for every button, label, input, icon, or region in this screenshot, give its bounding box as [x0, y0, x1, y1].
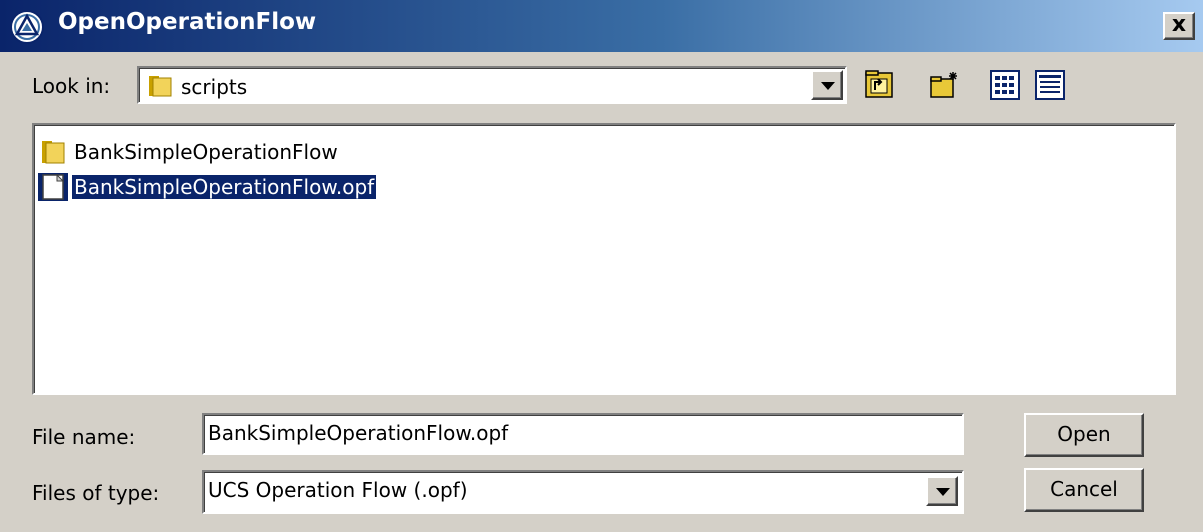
file-name-input[interactable]: BankSimpleOperationFlow.opf — [202, 413, 964, 455]
chevron-down-icon — [936, 488, 950, 496]
look-in-combobox[interactable]: scripts — [137, 66, 847, 104]
list-view-icon[interactable] — [990, 70, 1020, 100]
window-title: OpenOperationFlow — [58, 9, 317, 35]
list-item-file[interactable]: BankSimpleOperationFlow.opf — [38, 172, 378, 202]
folder-icon — [149, 76, 172, 97]
file-name-label: BankSimpleOperationFlow — [74, 140, 338, 164]
look-in-dropdown-button[interactable] — [811, 70, 843, 100]
cancel-button[interactable]: Cancel — [1024, 468, 1144, 512]
file-list[interactable]: BankSimpleOperationFlow BankSimpleOperat… — [32, 123, 1176, 395]
close-button[interactable]: x — [1163, 12, 1195, 40]
list-item-folder[interactable]: BankSimpleOperationFlow — [38, 137, 340, 167]
open-button[interactable]: Open — [1024, 413, 1144, 457]
file-name-label: File name: — [32, 425, 136, 449]
look-in-label: Look in: — [32, 74, 111, 98]
folder-icon — [42, 141, 65, 164]
files-of-type-label: Files of type: — [32, 481, 160, 505]
document-icon — [38, 173, 68, 201]
file-type-dropdown-button[interactable] — [926, 476, 958, 506]
look-in-value: scripts — [181, 75, 248, 99]
file-type-value: UCS Operation Flow (.opf) — [208, 478, 468, 502]
up-one-level-icon[interactable] — [865, 70, 895, 100]
details-view-icon[interactable] — [1035, 70, 1065, 100]
file-name-label: BankSimpleOperationFlow.opf — [70, 174, 378, 200]
create-new-folder-icon[interactable] — [930, 70, 960, 100]
file-type-select[interactable]: UCS Operation Flow (.opf) — [202, 470, 964, 514]
title-bar[interactable]: OpenOperationFlow x — [0, 0, 1203, 52]
chevron-down-icon — [821, 82, 835, 90]
app-logo-icon — [10, 10, 44, 44]
